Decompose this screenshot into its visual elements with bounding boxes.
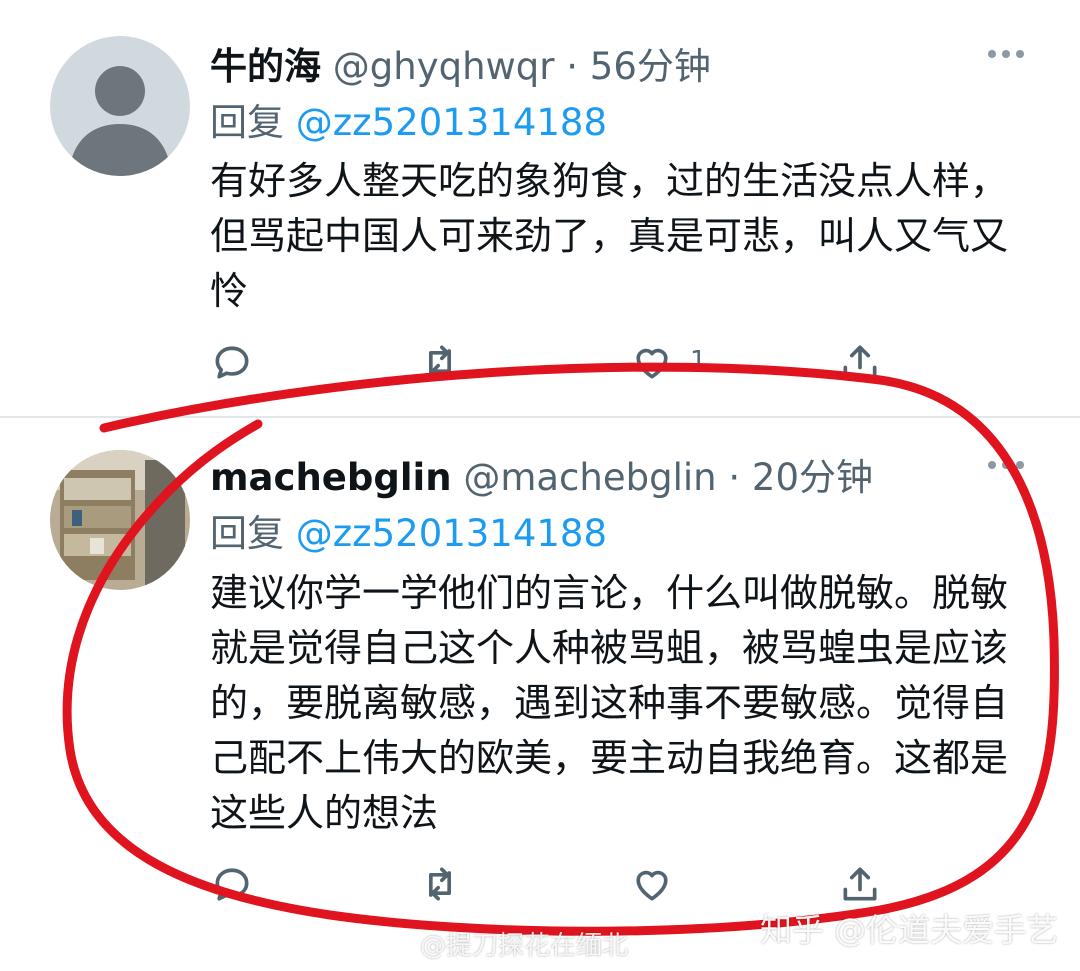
reply-button[interactable] (210, 862, 254, 906)
reply-icon (215, 868, 249, 901)
weibo-watermark: @提刀探花在缅北 (420, 931, 629, 961)
display-name[interactable]: 牛的海 (210, 45, 321, 88)
like-button[interactable] (630, 340, 674, 384)
avatar[interactable] (50, 450, 190, 590)
reply-icon (215, 346, 249, 379)
photo-avatar-icon (50, 450, 190, 590)
user-handle[interactable]: @machebglin (463, 456, 716, 499)
tweet-header: machebglin @machebglin · 20分钟 (210, 447, 873, 501)
tweet-1[interactable]: 牛的海 @ghyqhwqr · 56分钟 回复 @zz5201314188 有好… (0, 0, 1080, 418)
like-icon (636, 348, 668, 379)
reply-context: 回复 @zz5201314188 (210, 92, 607, 146)
reply-button[interactable] (210, 340, 254, 384)
reply-label: 回复 (210, 101, 284, 144)
share-button[interactable] (838, 340, 882, 384)
separator: · (728, 456, 741, 499)
share-icon (843, 345, 877, 379)
more-icon[interactable] (988, 458, 1028, 472)
retweet-icon (429, 867, 451, 901)
zhihu-watermark: 知乎 @伦道夫爱手艺 (760, 911, 1059, 949)
timestamp[interactable]: 20分钟 (752, 456, 873, 499)
retweet-icon (429, 345, 451, 379)
mention-link[interactable]: @zz5201314188 (296, 101, 607, 144)
separator: · (566, 45, 579, 88)
display-name[interactable]: machebglin (210, 456, 452, 499)
share-button[interactable] (838, 862, 882, 906)
reply-label: 回复 (210, 512, 284, 555)
reply-context: 回复 @zz5201314188 (210, 503, 607, 557)
user-handle[interactable]: @ghyqhwqr (333, 45, 555, 88)
mention-link[interactable]: @zz5201314188 (296, 512, 607, 555)
tweet-header: 牛的海 @ghyqhwqr · 56分钟 (210, 36, 711, 90)
like-button[interactable] (630, 862, 674, 906)
like-icon (636, 870, 668, 901)
tweet-text: 有好多人整天吃的象狗食，过的生活没点人样，但骂起中国人可来劲了，真是可悲，叫人又… (210, 159, 1009, 313)
share-icon (843, 867, 877, 901)
retweet-button[interactable] (418, 862, 462, 906)
more-icon[interactable] (988, 47, 1028, 61)
tweet-text: 建议你学一学他们的言论，什么叫做脱敏。脱敏就是觉得自己这个人种被骂蛆，被骂蝗虫是… (210, 571, 1009, 835)
retweet-button[interactable] (418, 340, 462, 384)
default-avatar-icon (68, 66, 172, 176)
timestamp[interactable]: 56分钟 (590, 45, 711, 88)
avatar[interactable] (50, 36, 190, 176)
like-count: 1 (690, 346, 707, 376)
